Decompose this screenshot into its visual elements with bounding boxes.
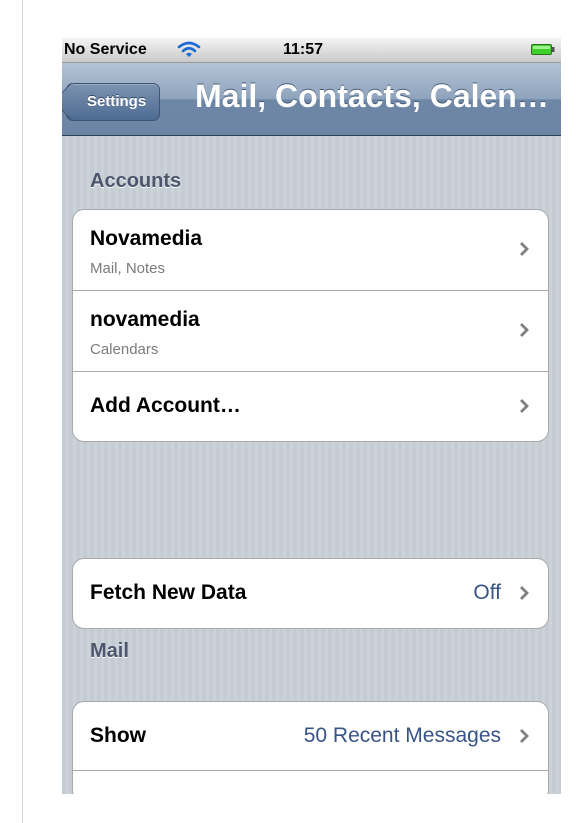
chevron-right-icon: [520, 242, 529, 256]
add-account-label: Add Account…: [90, 394, 241, 417]
add-account-row[interactable]: Add Account…: [73, 372, 548, 441]
page-margin-rule: [22, 0, 23, 823]
show-value: 50 Recent Messages: [303, 724, 501, 747]
iphone-screen: No Service 11:57 Settings Mail, Contacts…: [62, 38, 561, 794]
accounts-group: Novamedia Mail, Notes novamedia Calendar…: [72, 209, 549, 442]
carrier-label: No Service: [64, 41, 147, 58]
mail-group: Show 50 Recent Messages: [72, 701, 549, 794]
section-header-mail: Mail: [90, 640, 129, 662]
chevron-right-icon: [520, 323, 529, 337]
account-title: novamedia: [90, 308, 200, 331]
account-subtitle: Calendars: [90, 341, 159, 358]
account-title: Novamedia: [90, 227, 203, 250]
account-row-novamedia-calendars[interactable]: novamedia Calendars: [73, 291, 548, 372]
wifi-icon: [177, 41, 201, 57]
section-header-accounts: Accounts: [90, 170, 182, 192]
fetch-new-data-value: Off: [473, 581, 501, 604]
show-label: Show: [90, 724, 146, 747]
page-title: Mail, Contacts, Calen…: [195, 78, 549, 114]
navigation-bar: Settings Mail, Contacts, Calen…: [62, 63, 561, 136]
back-button-label: Settings: [87, 93, 147, 110]
show-row[interactable]: Show 50 Recent Messages: [73, 702, 548, 771]
clock: 11:57: [283, 41, 324, 58]
fetch-new-data-row[interactable]: Fetch New Data Off: [73, 559, 548, 628]
battery-icon: [531, 44, 555, 55]
account-row-novamedia-mail[interactable]: Novamedia Mail, Notes: [73, 210, 548, 291]
fetch-new-data-label: Fetch New Data: [90, 581, 247, 604]
chevron-right-icon: [520, 586, 529, 600]
next-row-partial[interactable]: [73, 771, 548, 794]
back-button[interactable]: Settings: [66, 83, 161, 121]
chevron-right-icon: [520, 399, 529, 413]
fetch-group: Fetch New Data Off: [72, 558, 549, 629]
chevron-right-icon: [520, 729, 529, 743]
account-subtitle: Mail, Notes: [90, 260, 166, 277]
status-bar: No Service 11:57: [62, 38, 561, 63]
